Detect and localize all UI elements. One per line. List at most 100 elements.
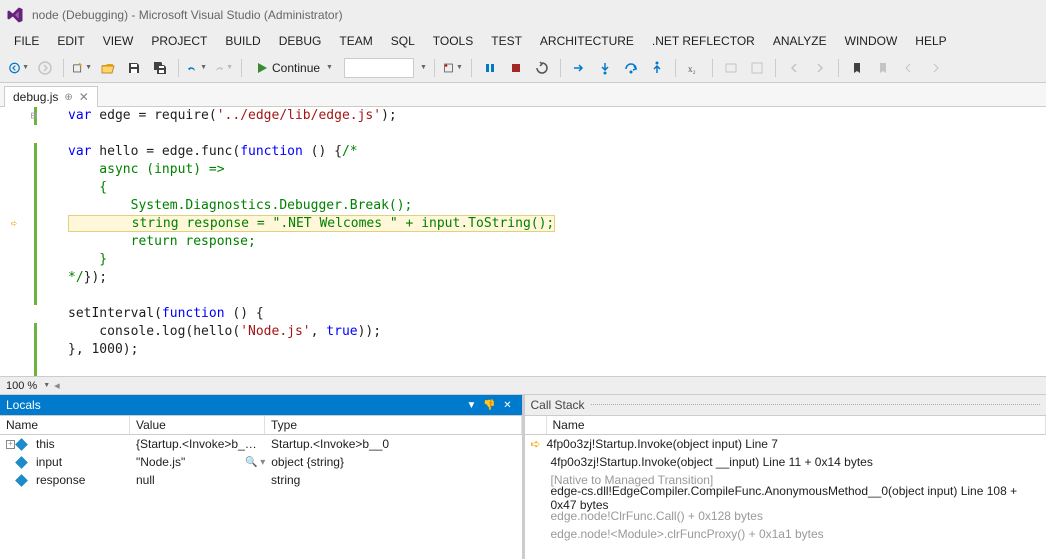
tb-nav-fwd[interactable] (809, 57, 831, 79)
var-value: null (130, 473, 265, 487)
callstack-col-name[interactable]: Name (547, 416, 1046, 434)
frame-text: 4fp0o3zj!Startup.Invoke(object input) Li… (547, 437, 778, 451)
magnifier-icon[interactable]: 🔍 ▾ (245, 457, 265, 468)
variable-icon (15, 438, 28, 451)
title-bar: node (Debugging) - Microsoft Visual Stud… (0, 0, 1046, 29)
var-name: response (30, 473, 130, 487)
pause-button[interactable] (479, 57, 501, 79)
current-line-arrow-icon: ➪ (11, 217, 18, 230)
menu-tools[interactable]: TOOLS (425, 31, 481, 51)
open-file-button[interactable] (97, 57, 119, 79)
close-tab-icon[interactable]: ✕ (79, 90, 89, 104)
show-next-statement-button[interactable] (568, 57, 590, 79)
bookmark-next-button[interactable] (898, 57, 920, 79)
tab-label: debug.js (13, 90, 58, 104)
callstack-frame[interactable]: edge.node!<Module>.clrFuncProxy() + 0x1a… (525, 525, 1046, 543)
stop-button[interactable] (505, 57, 527, 79)
bookmark-prev-button[interactable] (872, 57, 894, 79)
process-selector[interactable] (344, 58, 414, 78)
menu-analyze[interactable]: ANALYZE (765, 31, 835, 51)
menu-test[interactable]: TEST (483, 31, 530, 51)
var-name: input (30, 455, 130, 469)
menu-edit[interactable]: EDIT (49, 31, 92, 51)
frame-text: edge-cs.dll!EdgeCompiler.CompileFunc.Ano… (551, 484, 1046, 512)
tb-nav-back[interactable] (783, 57, 805, 79)
pin-icon[interactable]: ⊕ (64, 92, 72, 103)
save-all-button[interactable] (149, 57, 171, 79)
menu-debug[interactable]: DEBUG (271, 31, 330, 51)
variable-icon (15, 456, 28, 469)
locals-header[interactable]: Locals ▼ 👎 ✕ (0, 395, 522, 415)
menu-team[interactable]: TEAM (331, 31, 380, 51)
save-button[interactable] (123, 57, 145, 79)
callstack-header[interactable]: Call Stack (525, 395, 1046, 415)
callstack-frame[interactable]: 4fp0o3zj!Startup.Invoke(object __input) … (525, 453, 1046, 471)
locals-grid-body: + this {Startup.<Invoke>b__0} Startup.<I… (0, 435, 522, 559)
step-out-button[interactable] (646, 57, 668, 79)
panel-pin-icon[interactable]: 👎 (482, 397, 498, 413)
var-type: string (265, 473, 522, 487)
var-type: object {string} (265, 455, 521, 469)
callstack-grid-body: ➪ 4fp0o3zj!Startup.Invoke(object input) … (525, 435, 1046, 559)
bookmark-clear-button[interactable] (924, 57, 946, 79)
h-scroll-left-icon[interactable]: ◂ (54, 379, 60, 392)
menu-architecture[interactable]: ARCHITECTURE (532, 31, 642, 51)
menu-sql[interactable]: SQL (383, 31, 423, 51)
menu-window[interactable]: WINDOW (837, 31, 906, 51)
step-over-button[interactable] (620, 57, 642, 79)
variable-icon (15, 474, 28, 487)
frame-text: edge.node!ClrFunc.Call() + 0x128 bytes (551, 509, 763, 523)
process-dropdown-icon[interactable]: ▼ (418, 64, 427, 71)
document-tab-bar: debug.js ⊕ ✕ (0, 83, 1046, 107)
tab-debug-js[interactable]: debug.js ⊕ ✕ (4, 86, 98, 107)
locals-col-value[interactable]: Value (130, 416, 265, 434)
locals-row[interactable]: + this {Startup.<Invoke>b__0} Startup.<I… (0, 435, 522, 453)
zoom-dropdown-icon[interactable]: ▼ (41, 382, 50, 389)
menu-view[interactable]: VIEW (95, 31, 142, 51)
callstack-frame[interactable]: edge-cs.dll!EdgeCompiler.CompileFunc.Ano… (525, 489, 1046, 507)
vs-logo-icon (6, 6, 24, 24)
continue-button[interactable]: Continue ▼ (249, 58, 340, 78)
frame-text: 4fp0o3zj!Startup.Invoke(object __input) … (551, 455, 873, 469)
var-type: Startup.<Invoke>b__0 (265, 437, 522, 451)
locals-row[interactable]: response null string (0, 471, 522, 489)
panel-close-icon[interactable]: ✕ (500, 397, 516, 413)
restart-button[interactable] (531, 57, 553, 79)
var-value: {Startup.<Invoke>b__0} (130, 437, 265, 451)
bookmark-button[interactable] (846, 57, 868, 79)
find-button[interactable] (746, 57, 768, 79)
redo-button[interactable]: ▼ (212, 57, 234, 79)
new-project-button[interactable]: ▼ (71, 57, 93, 79)
zoom-level[interactable]: 100 % (6, 380, 37, 392)
frame-text: edge.node!<Module>.clrFuncProxy() + 0x1a… (551, 527, 824, 541)
menu-netreflector[interactable]: .NET REFLECTOR (644, 31, 763, 51)
locals-col-name[interactable]: Name (0, 416, 130, 434)
callstack-grid-header: Name (525, 415, 1046, 435)
callstack-frame[interactable]: ➪ 4fp0o3zj!Startup.Invoke(object input) … (525, 435, 1046, 453)
step-into-button[interactable] (594, 57, 616, 79)
callstack-panel: Call Stack Name ➪ 4fp0o3zj!Startup.Invok… (525, 395, 1046, 559)
locals-row[interactable]: input "Node.js" 🔍 ▾ object {string} (0, 453, 522, 471)
nav-back-button[interactable]: ▼ (8, 57, 30, 79)
locals-col-type[interactable]: Type (265, 416, 522, 434)
menu-help[interactable]: HELP (907, 31, 954, 51)
toolbar: ▼ ▼ ▼ ▼ Continue ▼ ▼ ▼ x₂ (0, 53, 1046, 83)
continue-label: Continue (272, 61, 320, 75)
menu-build[interactable]: BUILD (217, 31, 268, 51)
locals-panel: Locals ▼ 👎 ✕ Name Value Type + this {Sta… (0, 395, 525, 559)
code-editor[interactable]: var edge = require('../edge/lib/edge.js'… (0, 107, 1046, 376)
callstack-title: Call Stack (531, 398, 585, 412)
undo-button[interactable]: ▼ (186, 57, 208, 79)
menu-bar: FILE EDIT VIEW PROJECT BUILD DEBUG TEAM … (0, 29, 1046, 53)
hex-button[interactable]: x₂ (683, 57, 705, 79)
solution-button[interactable] (720, 57, 742, 79)
svg-text:x₂: x₂ (688, 64, 696, 74)
var-name: this (30, 437, 130, 451)
menu-file[interactable]: FILE (6, 31, 47, 51)
locals-title: Locals (6, 398, 41, 412)
nav-forward-button[interactable] (34, 57, 56, 79)
breakpoints-button[interactable]: ▼ (442, 57, 464, 79)
panel-dropdown-icon[interactable]: ▼ (464, 397, 480, 413)
menu-project[interactable]: PROJECT (143, 31, 215, 51)
current-frame-arrow-icon: ➪ (525, 437, 547, 451)
